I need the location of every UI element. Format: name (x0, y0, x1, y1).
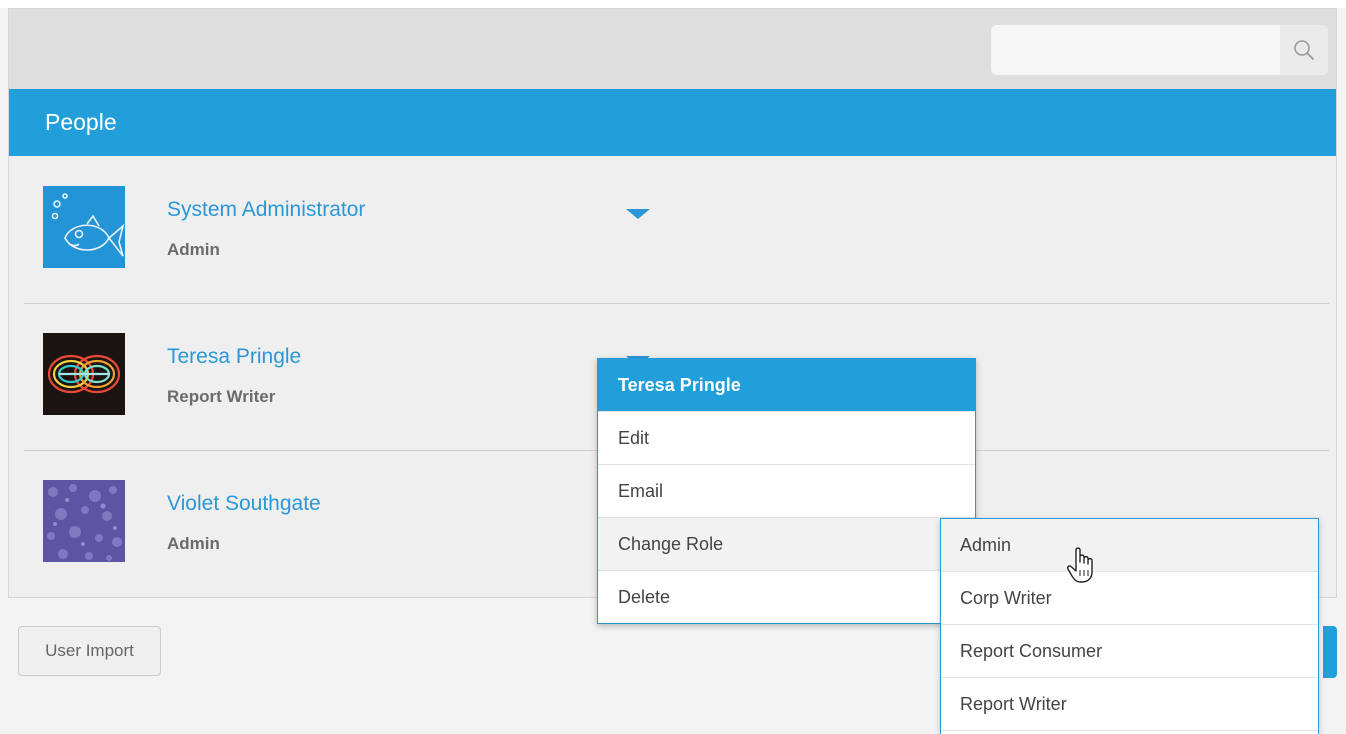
light-rings-avatar-icon (43, 333, 125, 415)
menu-item-change-role[interactable]: Change Role (598, 517, 975, 570)
role-option-admin[interactable]: Admin (941, 519, 1318, 572)
people-header: People (9, 89, 1336, 156)
menu-item-delete[interactable]: Delete (598, 570, 975, 623)
person-role: Admin (167, 534, 220, 553)
primary-button-edge[interactable] (1323, 626, 1337, 678)
person-role: Report Writer (167, 387, 276, 406)
hand-cursor-icon (1067, 547, 1093, 583)
menu-item-edit[interactable]: Edit (598, 411, 975, 464)
person-name[interactable]: Violet Southgate (167, 492, 321, 516)
search-button[interactable] (1280, 25, 1328, 75)
fish-avatar-icon (43, 186, 125, 268)
menu-item-email[interactable]: Email (598, 464, 975, 517)
context-menu-title: Teresa Pringle (598, 359, 975, 411)
search-box (991, 25, 1328, 75)
search-input[interactable] (991, 25, 1280, 75)
avatar[interactable] (43, 480, 125, 562)
toolbar (9, 9, 1336, 89)
role-option-corp-writer[interactable]: Corp Writer (941, 572, 1318, 625)
role-option-report-writer[interactable]: Report Writer (941, 678, 1318, 731)
person-name[interactable]: Teresa Pringle (167, 345, 301, 369)
person-name[interactable]: System Administrator (167, 198, 365, 222)
avatar[interactable] (43, 186, 125, 268)
person-context-menu: Teresa Pringle Edit Email Change Role De… (597, 358, 976, 624)
person-role: Admin (167, 240, 220, 259)
search-icon (1294, 40, 1314, 60)
top-strip (0, 0, 1346, 8)
role-submenu: Admin Corp Writer Report Consumer Report… (940, 518, 1319, 734)
chevron-down-icon[interactable] (626, 209, 650, 219)
person-row: System Administrator Admin (9, 156, 1336, 303)
user-import-button[interactable]: User Import (18, 626, 161, 676)
role-option-report-consumer[interactable]: Report Consumer (941, 625, 1318, 678)
bokeh-avatar-icon (43, 480, 125, 562)
avatar[interactable] (43, 333, 125, 415)
